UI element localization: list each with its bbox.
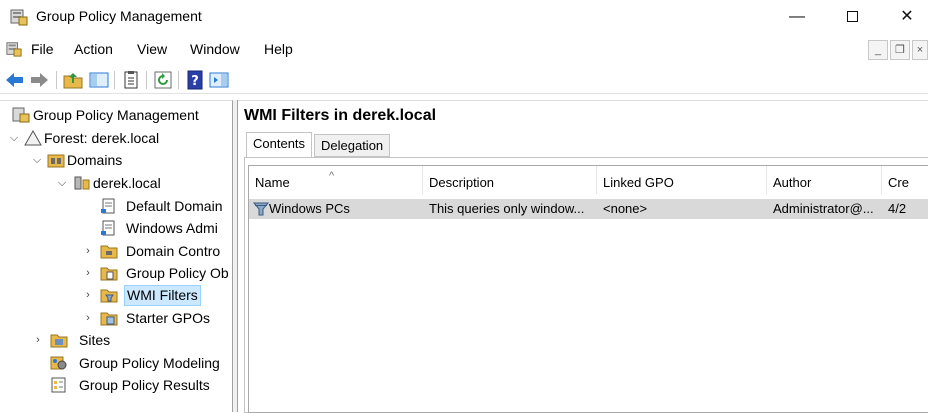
tree-item-sites[interactable]: › Sites: [0, 329, 232, 351]
tree-label: Domain Contro: [126, 243, 221, 259]
ou-folder-icon: [100, 245, 118, 259]
column-header-linked-gpo[interactable]: Linked GPO: [597, 166, 767, 194]
cell-description: This queries only window...: [429, 201, 585, 216]
wmi-filter-list[interactable]: ^ Name Description Linked GPO Author Cre…: [248, 165, 928, 413]
cell-author: Administrator@...: [773, 201, 874, 216]
tab-contents[interactable]: Contents: [246, 132, 313, 158]
svg-text:?: ?: [191, 74, 199, 89]
mdi-close-button[interactable]: ×: [912, 40, 928, 60]
tree-label: Starter GPOs: [126, 310, 211, 326]
domains-icon: [47, 154, 65, 168]
mdi-minimize-button[interactable]: _: [868, 40, 888, 60]
gpmc-icon: [12, 107, 30, 123]
minimize-button[interactable]: —: [774, 0, 820, 34]
close-button[interactable]: ✕: [884, 0, 928, 34]
sites-icon: [50, 334, 68, 348]
maximize-button[interactable]: [829, 0, 875, 34]
tree-item-domain-controllers[interactable]: › Domain Contro: [0, 240, 232, 262]
forest-icon: [24, 130, 42, 146]
tree-label: Group Policy Results: [79, 377, 210, 393]
menu-file[interactable]: File: [31, 41, 54, 57]
gpo-link-icon: [101, 198, 115, 214]
tree-label: Group Policy Management: [33, 107, 199, 123]
tree-item-group-policy-objects[interactable]: › Group Policy Ob: [0, 262, 232, 284]
details-pane: WMI Filters in derek.local Contents Dele…: [238, 100, 928, 413]
cell-created: 4/2: [888, 201, 907, 216]
refresh-icon[interactable]: [152, 70, 174, 90]
menu-help[interactable]: Help: [264, 41, 293, 57]
results-icon: [51, 377, 66, 393]
tree-item-gp-modeling[interactable]: Group Policy Modeling: [0, 352, 232, 374]
column-header-name[interactable]: ^ Name: [249, 166, 423, 194]
tree-item-gp-results[interactable]: Group Policy Results: [0, 374, 232, 396]
toolbar-separator: [178, 71, 179, 89]
menu-view[interactable]: View: [137, 41, 167, 57]
mdi-restore-button[interactable]: ❐: [890, 40, 910, 60]
menu-window[interactable]: Window: [190, 41, 240, 57]
folder-up-icon[interactable]: [62, 70, 84, 90]
tree-label: derek.local: [93, 175, 161, 191]
expand-chevron-icon[interactable]: ›: [82, 307, 94, 329]
collapse-chevron-icon[interactable]: ⌵: [8, 127, 20, 149]
toolbar: ?: [0, 66, 928, 94]
system-menu-icon[interactable]: [6, 41, 22, 57]
title-bar: Group Policy Management — ✕: [0, 0, 928, 34]
expand-chevron-icon[interactable]: ›: [32, 329, 44, 351]
expand-chevron-icon[interactable]: ›: [82, 262, 94, 284]
help-icon[interactable]: ?: [184, 70, 206, 90]
gpo-folder-icon: [100, 267, 118, 281]
column-header-description[interactable]: Description: [423, 166, 597, 194]
tree-label: WMI Filters: [124, 285, 201, 306]
menu-bar: File Action View Window Help: [0, 38, 928, 62]
tree-item-default-domain-policy[interactable]: Default Domain: [0, 195, 232, 217]
cell-name: Windows PCs: [269, 201, 350, 216]
tree-label: Windows Admi: [126, 220, 218, 236]
toolbar-separator: [56, 71, 57, 89]
tree-item-forest[interactable]: ⌵ Forest: derek.local: [0, 127, 232, 149]
toolbar-separator: [114, 71, 115, 89]
collapse-chevron-icon[interactable]: ⌵: [31, 149, 43, 171]
forward-icon[interactable]: [28, 70, 50, 90]
tree-item-wmi-filters[interactable]: › WMI Filters: [0, 284, 232, 306]
properties-icon[interactable]: [120, 70, 142, 90]
tree-label: Forest: derek.local: [44, 130, 160, 146]
tree-label: Group Policy Ob: [126, 265, 229, 281]
console-tree[interactable]: Group Policy Management ⌵ Forest: derek.…: [0, 100, 233, 412]
tab-delegation[interactable]: Delegation: [314, 134, 391, 157]
show-tree-icon[interactable]: [88, 70, 110, 90]
tree-label: Domains: [67, 152, 123, 168]
window-title: Group Policy Management: [36, 8, 202, 24]
details-title: WMI Filters in derek.local: [244, 107, 437, 124]
menu-action[interactable]: Action: [74, 41, 113, 57]
sort-ascending-icon: ^: [329, 170, 335, 182]
tree-label: Group Policy Modeling: [79, 355, 220, 371]
tree-item-gpm-root[interactable]: Group Policy Management: [0, 104, 232, 126]
column-header-created[interactable]: Cre: [882, 166, 928, 194]
gpo-link-icon: [101, 220, 115, 236]
modeling-icon: [50, 356, 67, 370]
tree-item-domain[interactable]: ⌵ derek.local: [0, 172, 232, 194]
tree-label: Default Domain: [126, 198, 223, 214]
domain-icon: [74, 176, 90, 190]
expand-chevron-icon[interactable]: ›: [82, 240, 94, 262]
wmi-folder-icon: [100, 289, 118, 303]
expand-chevron-icon[interactable]: ›: [82, 284, 94, 306]
back-icon[interactable]: [4, 70, 26, 90]
tree-item-windows-admin-policy[interactable]: Windows Admi: [0, 217, 232, 239]
gpmc-app-icon: [10, 9, 28, 26]
tree-item-starter-gpos[interactable]: › Starter GPOs: [0, 307, 232, 329]
starter-gpo-folder-icon: [100, 312, 118, 326]
tree-item-domains[interactable]: ⌵ Domains: [0, 149, 232, 171]
tree-label: Sites: [79, 332, 111, 348]
collapse-chevron-icon[interactable]: ⌵: [56, 172, 68, 194]
cell-linked-gpo: <none>: [603, 201, 648, 216]
toolbar-separator: [146, 71, 147, 89]
maximize-icon: [846, 11, 858, 23]
show-action-pane-icon[interactable]: [208, 70, 230, 90]
column-header-author[interactable]: Author: [767, 166, 882, 194]
table-row[interactable]: Windows PCs This queries only window... …: [249, 199, 928, 219]
